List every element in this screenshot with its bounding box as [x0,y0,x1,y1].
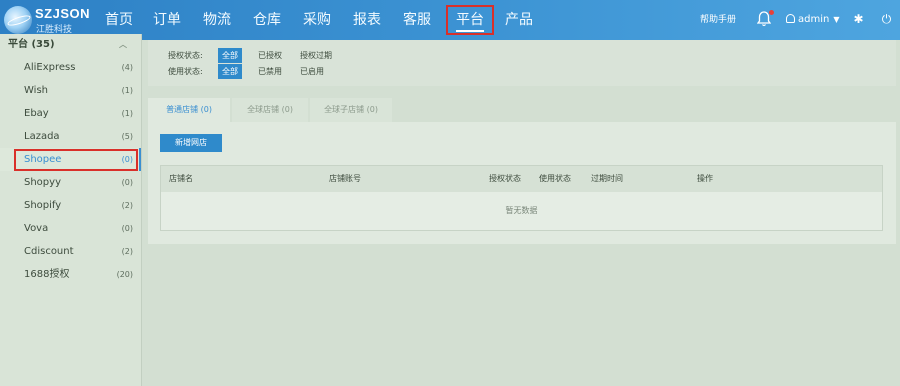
store-table: 店铺名 店铺账号 授权状态 使用状态 过期时间 操作 暂无数据 [160,165,883,231]
sidebar-item-aliexpress[interactable]: AliExpress (4) [0,56,141,79]
filter-label: 授权状态: [168,51,203,60]
sidebar-item-lazada[interactable]: Lazada (5) [0,125,141,148]
item-count: (4) [121,63,133,72]
user-icon [786,14,795,23]
usage-filter-enabled[interactable]: 已启用 [300,66,324,77]
tab-normal-stores[interactable]: 普通店铺 (0) [148,98,230,122]
menu-item-reports[interactable]: 报表 [350,0,384,40]
item-count: (0) [121,155,133,164]
menu-item-orders[interactable]: 订单 [150,0,184,40]
sidebar-item-shopyy[interactable]: Shopyy (0) [0,171,141,194]
usage-filter-all[interactable]: 全部 [218,64,242,79]
item-count: (20) [116,270,133,279]
tab-global-sub-stores[interactable]: 全球子店铺 (0) [310,98,392,122]
sidebar-item-vova[interactable]: Vova (0) [0,217,141,240]
sidebar-item-ebay[interactable]: Ebay (1) [0,102,141,125]
item-count: (2) [121,247,133,256]
column-header: 店铺名 [169,174,193,183]
store-panel: 普通店铺 (0) 全球店铺 (0) 全球子店铺 (0) 新增网店 店铺名 店铺账… [148,98,896,244]
auth-filter-expired[interactable]: 授权过期 [300,50,332,61]
highlight-box [14,149,138,171]
empty-state: 暂无数据 [505,206,538,215]
globe-logo-icon [4,6,32,34]
item-count: (2) [121,201,133,210]
column-header: 授权状态 [489,174,521,183]
platform-sidebar: 平台 (35) ︿ AliExpress (4) Wish (1) Ebay (1) … [0,34,142,386]
usage-filter-disabled[interactable]: 已禁用 [258,66,282,77]
menu-item-logistics[interactable]: 物流 [200,0,234,40]
username: admin [798,14,830,25]
menu-item-platform[interactable]: 平台 [446,5,494,35]
store-tabs: 普通店铺 (0) 全球店铺 (0) 全球子店铺 (0) [148,98,896,122]
column-header: 使用状态 [539,174,571,183]
user-menu[interactable]: admin ▼ [786,0,840,40]
power-icon[interactable]: ⏻ [880,13,893,26]
column-header: 店铺账号 [329,174,361,183]
menu-item-purchase[interactable]: 采购 [300,0,334,40]
item-count: (0) [121,224,133,233]
tab-global-stores[interactable]: 全球店铺 (0) [232,98,308,122]
gear-icon[interactable]: ✱ [852,13,865,26]
menu-item-warehouse[interactable]: 仓库 [250,0,284,40]
collapse-up-icon[interactable]: ︿ [119,34,127,56]
item-count: (1) [121,86,133,95]
column-header: 过期时间 [591,174,623,183]
filter-panel: 授权状态: 全部 已授权 授权过期 使用状态: 全部 已禁用 已启用 [148,40,896,86]
table-header: 店铺名 店铺账号 授权状态 使用状态 过期时间 操作 [161,166,882,192]
brand-name: SZJSON [35,6,91,21]
menu-item-products[interactable]: 产品 [502,0,536,40]
caret-down-icon: ▼ [833,15,840,24]
help-manual-link[interactable]: 帮助手册 [700,0,736,40]
sidebar-item-1688[interactable]: 1688授权 (20) [0,263,141,286]
add-store-button[interactable]: 新增网店 [160,134,222,152]
column-header: 操作 [697,174,713,183]
notification-dot [769,10,774,15]
sidebar-item-shopify[interactable]: Shopify (2) [0,194,141,217]
auth-filter-all[interactable]: 全部 [218,48,242,63]
active-indicator [139,148,141,171]
sidebar-item-cdiscount[interactable]: Cdiscount (2) [0,240,141,263]
item-count: (0) [121,178,133,187]
sidebar-item-wish[interactable]: Wish (1) [0,79,141,102]
sidebar-title: 平台 (35) ︿ [0,34,141,56]
logo[interactable]: SZJSON 江胜科技 [4,4,92,36]
auth-filter-authorized[interactable]: 已授权 [258,50,282,61]
sidebar-item-shopee[interactable]: Shopee (0) [0,148,141,171]
item-count: (5) [121,132,133,141]
menu-item-service[interactable]: 客服 [400,0,434,40]
item-count: (1) [121,109,133,118]
filter-label: 使用状态: [168,67,203,76]
